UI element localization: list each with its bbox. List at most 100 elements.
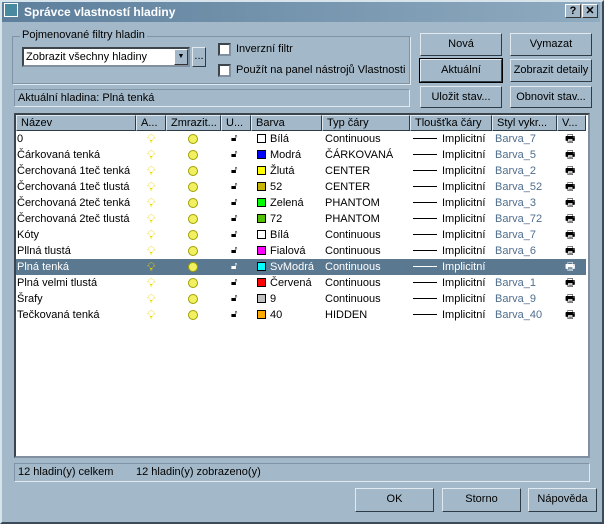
lineweight-cell[interactable]: Implicitní: [413, 195, 485, 211]
lineweight-cell[interactable]: Implicitní: [413, 259, 485, 275]
col-linetype[interactable]: Typ čáry: [322, 115, 410, 131]
color-cell[interactable]: Zelená: [257, 195, 304, 211]
printer-icon[interactable]: 🖶︎: [565, 291, 575, 307]
apply-toolbar-checkbox[interactable]: [218, 64, 231, 77]
table-row[interactable]: Tečkovaná tenká 💡︎ 🔓︎ 40 HIDDEN Implicit…: [16, 307, 586, 323]
cancel-button[interactable]: Storno: [442, 488, 521, 512]
printer-icon[interactable]: 🖶︎: [565, 131, 575, 147]
lineweight-cell[interactable]: Implicitní: [413, 211, 485, 227]
linetype[interactable]: Continuous: [325, 259, 381, 275]
col-lineweight[interactable]: Tloušťka čáry: [410, 115, 492, 131]
color-cell[interactable]: SvModrá: [257, 259, 314, 275]
plot-style[interactable]: Barva_72: [495, 211, 542, 227]
printer-icon[interactable]: 🖶︎: [565, 307, 575, 323]
plot-style[interactable]: Barva_52: [495, 179, 542, 195]
delete-button[interactable]: Vymazat: [510, 33, 592, 56]
unlock-icon[interactable]: 🔓︎: [231, 179, 237, 195]
col-name[interactable]: Název: [16, 115, 136, 131]
lightbulb-icon[interactable]: 💡︎: [147, 259, 155, 275]
table-row[interactable]: Čerchovaná 1teč tenká 💡︎ 🔓︎ Žlutá CENTER…: [16, 163, 586, 179]
help-button[interactable]: Nápověda: [528, 488, 597, 512]
lightbulb-icon[interactable]: 💡︎: [147, 243, 155, 259]
linetype[interactable]: CENTER: [325, 163, 370, 179]
show-details-button[interactable]: Zobrazit detaily: [510, 59, 592, 82]
printer-icon[interactable]: 🖶︎: [565, 243, 575, 259]
unlock-icon[interactable]: 🔓︎: [231, 307, 237, 323]
lightbulb-icon[interactable]: 💡︎: [147, 227, 155, 243]
plot-style[interactable]: Barva_2: [495, 163, 536, 179]
restore-state-button[interactable]: Obnovit stav...: [510, 86, 592, 108]
unlock-icon[interactable]: 🔓︎: [231, 275, 237, 291]
help-icon[interactable]: ?: [565, 4, 581, 18]
table-row[interactable]: Čerchovaná 2teč tenká 💡︎ 🔓︎ Zelená PHANT…: [16, 195, 586, 211]
col-on[interactable]: A...: [136, 115, 166, 131]
plot-style[interactable]: Barva_3: [495, 195, 536, 211]
lineweight-cell[interactable]: Implicitní: [413, 179, 485, 195]
linetype[interactable]: HIDDEN: [325, 307, 367, 323]
table-row[interactable]: Čerchovaná 2teč tlustá 💡︎ 🔓︎ 72 PHANTOM …: [16, 211, 586, 227]
plot-style[interactable]: Barva_5: [495, 147, 536, 163]
linetype[interactable]: Continuous: [325, 291, 381, 307]
table-row[interactable]: Čerchovaná 1teč tlustá 💡︎ 🔓︎ 52 CENTER I…: [16, 179, 586, 195]
printer-icon[interactable]: 🖶︎: [565, 211, 575, 227]
color-cell[interactable]: Fialová: [257, 243, 305, 259]
printer-icon[interactable]: 🖶︎: [565, 275, 575, 291]
lightbulb-icon[interactable]: 💡︎: [147, 179, 155, 195]
unlock-icon[interactable]: 🔓︎: [231, 227, 237, 243]
unlock-icon[interactable]: 🔓︎: [231, 211, 237, 227]
color-cell[interactable]: Červená: [257, 275, 312, 291]
linetype[interactable]: Continuous: [325, 275, 381, 291]
color-cell[interactable]: Žlutá: [257, 163, 294, 179]
linetype[interactable]: CENTER: [325, 179, 370, 195]
table-row[interactable]: Plná tenká 💡︎ 🔓︎ SvModrá Continuous Impl…: [16, 259, 586, 275]
plot-style[interactable]: Barva_6: [495, 243, 536, 259]
unlock-icon[interactable]: 🔓︎: [231, 243, 237, 259]
color-cell[interactable]: Bílá: [257, 227, 289, 243]
table-row[interactable]: Čárkovaná tenká 💡︎ 🔓︎ Modrá ČÁRKOVANÁ Im…: [16, 147, 586, 163]
linetype[interactable]: Continuous: [325, 131, 381, 147]
lightbulb-icon[interactable]: 💡︎: [147, 147, 155, 163]
save-state-button[interactable]: Uložit stav...: [420, 86, 502, 108]
plot-style[interactable]: Barva_9: [495, 291, 536, 307]
table-row[interactable]: 0 💡︎ 🔓︎ Bílá Continuous Implicitní Barva…: [16, 131, 586, 147]
lightbulb-icon[interactable]: 💡︎: [147, 291, 155, 307]
col-color[interactable]: Barva: [251, 115, 322, 131]
color-cell[interactable]: 72: [257, 211, 282, 227]
lineweight-cell[interactable]: Implicitní: [413, 131, 485, 147]
lineweight-cell[interactable]: Implicitní: [413, 163, 485, 179]
printer-icon[interactable]: 🖶︎: [565, 259, 575, 275]
unlock-icon[interactable]: 🔓︎: [231, 131, 237, 147]
lightbulb-icon[interactable]: 💡︎: [147, 275, 155, 291]
new-button[interactable]: Nová: [420, 33, 502, 56]
lightbulb-icon[interactable]: 💡︎: [147, 195, 155, 211]
linetype[interactable]: ČÁRKOVANÁ: [325, 147, 393, 163]
table-row[interactable]: Kóty 💡︎ 🔓︎ Bílá Continuous Implicitní Ba…: [16, 227, 586, 243]
table-row[interactable]: Šrafy 💡︎ 🔓︎ 9 Continuous Implicitní Barv…: [16, 291, 586, 307]
filter-more-button[interactable]: ...: [192, 47, 206, 67]
col-freeze[interactable]: Zmrazit...: [166, 115, 221, 131]
unlock-icon[interactable]: 🔓︎: [231, 163, 237, 179]
lightbulb-icon[interactable]: 💡︎: [147, 131, 155, 147]
ok-button[interactable]: OK: [355, 488, 434, 512]
color-cell[interactable]: Bílá: [257, 131, 289, 147]
lightbulb-icon[interactable]: 💡︎: [147, 163, 155, 179]
table-row[interactable]: Pllná tlustá 💡︎ 🔓︎ Fialová Continuous Im…: [16, 243, 586, 259]
current-button[interactable]: Aktuální: [419, 58, 503, 83]
lineweight-cell[interactable]: Implicitní: [413, 291, 485, 307]
printer-icon[interactable]: 🖶︎: [565, 195, 575, 211]
printer-icon[interactable]: 🖶︎: [565, 227, 575, 243]
filter-combo[interactable]: Zobrazit všechny hladiny ▼: [22, 47, 190, 67]
printer-icon[interactable]: 🖶︎: [565, 163, 575, 179]
lineweight-cell[interactable]: Implicitní: [413, 147, 485, 163]
unlock-icon[interactable]: 🔓︎: [231, 291, 237, 307]
chevron-down-icon[interactable]: ▼: [174, 49, 188, 65]
table-row[interactable]: Plná velmi tlustá 💡︎ 🔓︎ Červená Continuo…: [16, 275, 586, 291]
unlock-icon[interactable]: 🔓︎: [231, 195, 237, 211]
unlock-icon[interactable]: 🔓︎: [231, 259, 237, 275]
lineweight-cell[interactable]: Implicitní: [413, 243, 485, 259]
printer-icon[interactable]: 🖶︎: [565, 179, 575, 195]
lightbulb-icon[interactable]: 💡︎: [147, 307, 155, 323]
col-lock[interactable]: U...: [221, 115, 251, 131]
color-cell[interactable]: 40: [257, 307, 282, 323]
linetype[interactable]: Continuous: [325, 243, 381, 259]
